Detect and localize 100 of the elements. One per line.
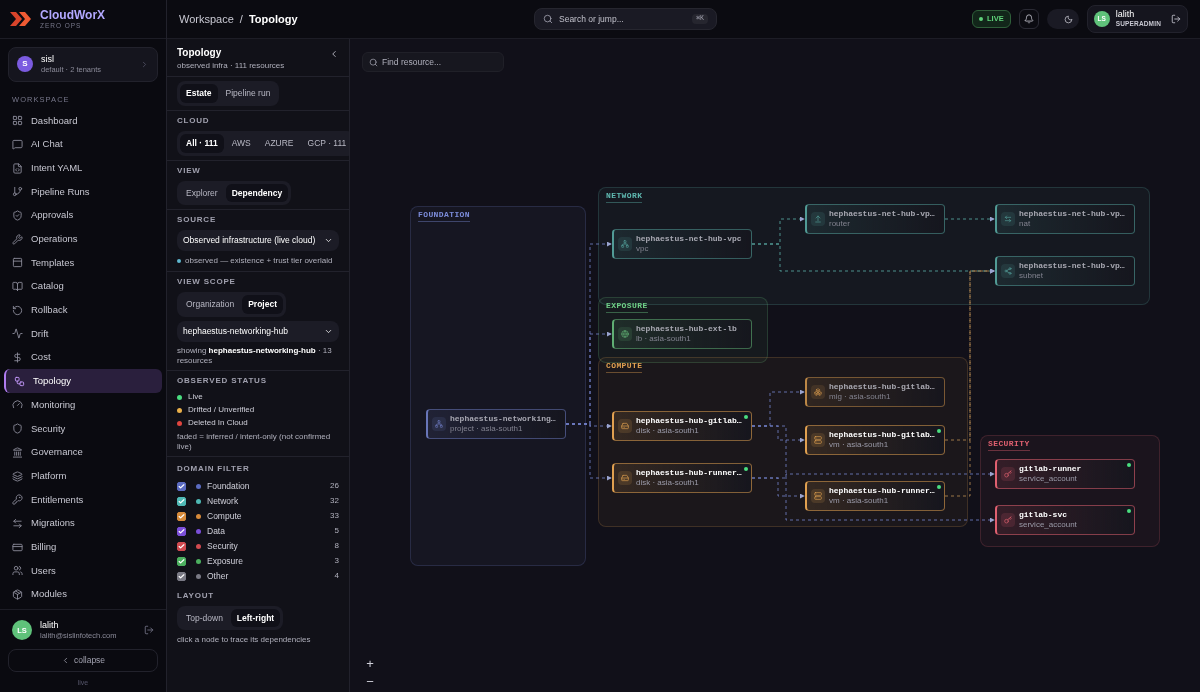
logout-icon[interactable]: [144, 625, 154, 636]
nav-item[interactable]: Users: [4, 558, 162, 583]
resource-node[interactable]: hephaestus-networking… project · asia-south1: [426, 409, 566, 439]
node-meta: service_account: [1019, 474, 1078, 484]
nav-item[interactable]: Dashboard: [4, 108, 162, 133]
resource-node[interactable]: hephaestus-net-hub-vp… router: [805, 204, 945, 234]
resource-node[interactable]: gitlab-runner service_account: [995, 459, 1135, 489]
domain-checkbox[interactable]: [177, 481, 186, 491]
section-label: OBSERVED STATUS: [177, 374, 268, 387]
nav-item[interactable]: Approvals: [4, 203, 162, 228]
node-meta: disk · asia-south1: [636, 426, 700, 436]
node-name: hephaestus-net-hub-vpc: [636, 234, 742, 244]
source-select[interactable]: Observed infrastructure (live cloud): [177, 230, 339, 251]
collapse-panel-icon[interactable]: [329, 49, 339, 59]
nav-icon: [12, 115, 23, 127]
node-name: hephaestus-hub-gitlab…: [829, 430, 935, 440]
tenant-name: sisl: [41, 54, 55, 66]
nav-item[interactable]: Topology: [4, 369, 162, 394]
nav-icon: [12, 328, 23, 340]
nav-item[interactable]: Security: [4, 416, 162, 441]
tenant-avatar: S: [17, 56, 33, 73]
domain-checkbox[interactable]: [177, 571, 186, 581]
resource-node[interactable]: hephaestus-hub-gitlab… disk · asia-south1: [612, 411, 752, 441]
domain-label: Compute: [207, 509, 243, 523]
nav-item[interactable]: Templates: [4, 251, 162, 275]
domain-checkbox[interactable]: [177, 556, 186, 566]
nav-icon: [12, 494, 23, 506]
segment-tab[interactable]: GCP · 111: [301, 133, 349, 153]
domain-count: 5: [334, 525, 339, 537]
nav-icon: [12, 186, 23, 198]
find-resource-field[interactable]: Find resource...: [362, 52, 504, 72]
resource-node[interactable]: hephaestus-net-hub-vp… nat: [995, 204, 1135, 234]
section-label: LAYOUT: [177, 589, 215, 602]
collapse-button[interactable]: collapse: [8, 648, 158, 672]
node-name: hephaestus-hub-gitlab…: [829, 382, 935, 392]
source-note: observed — existence + trust tier overlaid: [185, 255, 333, 267]
resource-icon: [814, 436, 822, 444]
nav-item[interactable]: Governance: [4, 440, 162, 465]
node-name: gitlab-runner: [1019, 464, 1082, 474]
domain-label: Data: [207, 524, 226, 538]
resource-node[interactable]: hephaestus-net-hub-vpc vpc: [612, 229, 752, 259]
segment-tab[interactable]: All · 111: [180, 133, 224, 153]
nav-item[interactable]: Catalog: [4, 274, 162, 299]
domain-checkbox[interactable]: [177, 541, 186, 551]
segment-tab[interactable]: Top-down: [180, 608, 229, 628]
nav-item[interactable]: AI Chat: [4, 132, 162, 157]
breadcrumb-current: Topology: [248, 11, 298, 27]
nav-icon: [12, 138, 23, 150]
theme-toggle[interactable]: [1046, 9, 1079, 29]
node-name: hephaestus-hub-ext-lb: [636, 324, 737, 334]
nav-item[interactable]: Rollback: [4, 298, 162, 323]
search-icon: [369, 57, 378, 67]
segment-tab[interactable]: Dependency: [225, 183, 289, 203]
resource-node[interactable]: hephaestus-hub-ext-lb lb · asia-south1: [612, 319, 752, 349]
nav-item[interactable]: Billing: [4, 535, 162, 559]
segment-tab[interactable]: Project: [242, 295, 284, 314]
nav-item[interactable]: Cost: [4, 345, 162, 370]
breadcrumb-link[interactable]: Workspace: [179, 10, 234, 28]
segment-tab[interactable]: Estate: [180, 84, 218, 103]
segment-tab[interactable]: Organization: [180, 295, 241, 314]
resource-node[interactable]: gitlab-svc service_account: [995, 505, 1135, 535]
section-label: CLOUD: [177, 114, 211, 127]
breadcrumb-separator: /: [239, 11, 243, 27]
group-label: COMPUTE: [606, 362, 643, 373]
segment-tab[interactable]: AZURE: [258, 133, 300, 153]
node-name: hephaestus-hub-gitlab…: [636, 416, 742, 426]
nav-item[interactable]: Modules: [4, 582, 162, 607]
brand-name: CloudWorX: [40, 8, 106, 21]
domain-checkbox[interactable]: [177, 511, 186, 521]
resource-node[interactable]: hephaestus-hub-gitlab… mig · asia-south1: [805, 377, 945, 407]
notifications-button[interactable]: [1018, 9, 1039, 29]
resource-icon: [814, 388, 822, 396]
domain-checkbox[interactable]: [177, 496, 186, 506]
group-label: EXPOSURE: [606, 302, 648, 313]
nav-item[interactable]: Monitoring: [4, 393, 162, 417]
segment-tab[interactable]: AWS: [225, 133, 257, 153]
nav-item[interactable]: Migrations: [4, 511, 162, 536]
nav-item[interactable]: Operations: [4, 227, 162, 251]
nav-item[interactable]: Intent YAML: [4, 156, 162, 180]
logo-icon: [10, 12, 32, 26]
node-meta: project · asia-south1: [450, 424, 524, 434]
nav-item[interactable]: Platform: [4, 464, 162, 488]
resource-node[interactable]: hephaestus-net-hub-vp… subnet: [995, 256, 1135, 286]
nav-icon: [12, 470, 23, 482]
project-select[interactable]: hephaestus-networking-hub: [177, 320, 339, 342]
segment-tab[interactable]: Pipeline run: [219, 84, 277, 103]
resource-node[interactable]: hephaestus-hub-gitlab… vm · asia-south1: [805, 425, 945, 455]
resource-node[interactable]: hephaestus-hub-runner… vm · asia-south1: [805, 481, 945, 511]
domain-checkbox[interactable]: [177, 526, 186, 536]
zoom-in-button[interactable]: +: [362, 655, 378, 671]
nav-item[interactable]: Drift: [4, 322, 162, 346]
logout-icon[interactable]: [1171, 14, 1181, 24]
zoom-out-button[interactable]: −: [362, 673, 378, 689]
resource-node[interactable]: hephaestus-hub-runner… disk · asia-south1: [612, 463, 752, 493]
resource-icon: [814, 492, 822, 500]
user-name: lalith: [40, 620, 60, 632]
nav-item[interactable]: Pipeline Runs: [4, 179, 162, 204]
segment-tab[interactable]: Left-right: [230, 608, 281, 628]
nav-item[interactable]: Entitlements: [4, 487, 162, 512]
segment-tab[interactable]: Explorer: [180, 183, 224, 203]
